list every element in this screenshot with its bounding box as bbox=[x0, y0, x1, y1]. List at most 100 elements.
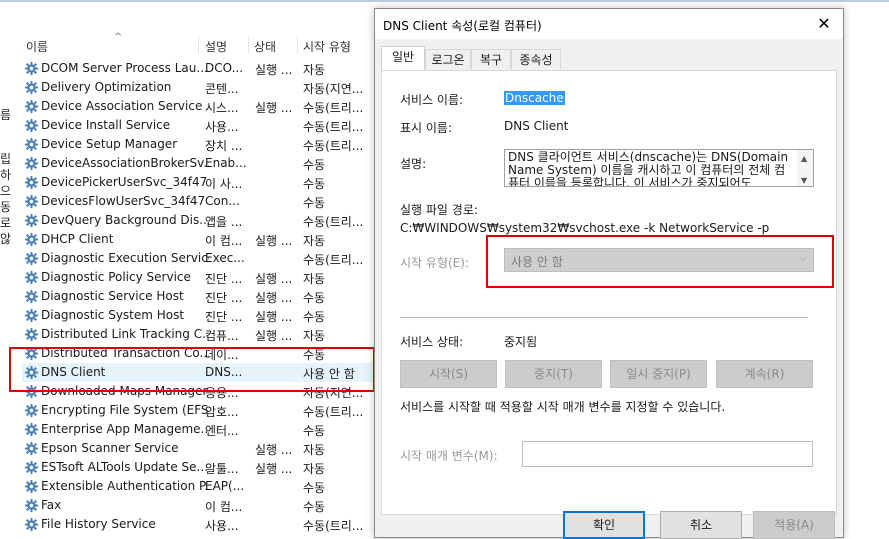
divider bbox=[400, 317, 808, 318]
gear-icon bbox=[24, 498, 39, 513]
service-row[interactable]: Diagnostic Execution Service Exec... 수동(트리… bbox=[22, 249, 375, 268]
close-icon[interactable]: ✕ bbox=[813, 13, 835, 35]
gear-icon bbox=[24, 270, 39, 285]
column-header-status[interactable]: 상태 bbox=[254, 38, 276, 55]
service-row[interactable]: DevicePickerUserSvc_34f47 이 사... 수동 bbox=[22, 173, 375, 192]
service-startup-cell: 수동 bbox=[303, 481, 326, 495]
service-row[interactable]: DCOM Server Process Lau... DCO... 실행 ... 자동 bbox=[22, 59, 375, 78]
column-header-description[interactable]: 설명 bbox=[205, 38, 227, 55]
service-row[interactable]: Device Association Service 시스... 실행 ... 수동(… bbox=[22, 97, 375, 116]
service-startup-cell: 자동 bbox=[303, 272, 326, 286]
column-divider[interactable] bbox=[198, 36, 199, 54]
service-row[interactable]: ESTsoft ALTools Update Se... 알툴... 실행 ... 자… bbox=[22, 458, 375, 477]
tab-general[interactable]: 일반 bbox=[381, 46, 425, 70]
scroll-up-icon[interactable]: ▲ bbox=[801, 152, 807, 165]
column-header-startup-type[interactable]: 시작 유형 bbox=[303, 38, 351, 55]
dialog-title: DNS Client 속성(로컬 컴퓨터) bbox=[383, 19, 542, 33]
service-row[interactable]: DeviceAssociationBrokerSv... Enab... 수동 bbox=[22, 154, 375, 173]
service-startup-cell: 수동 bbox=[303, 310, 326, 324]
service-row[interactable]: Device Setup Manager 장치 ... 수동(트리... bbox=[22, 135, 375, 154]
service-desc-cell: Exec... bbox=[205, 251, 245, 265]
gear-icon bbox=[24, 99, 39, 114]
description-scrollbar[interactable]: ▲ ▼ bbox=[797, 150, 813, 186]
service-name-cell: Diagnostic Execution Service bbox=[41, 251, 209, 265]
start-parameters-input[interactable] bbox=[522, 441, 813, 467]
service-status-cell: 실행 ... bbox=[255, 443, 293, 457]
tab-dependencies[interactable]: 종속성 bbox=[511, 49, 561, 69]
gear-icon bbox=[24, 213, 39, 228]
service-desc-cell: 사용... bbox=[205, 120, 239, 134]
service-startup-cell: 수동(트리... bbox=[303, 101, 364, 115]
service-desc-cell: 컴퓨... bbox=[205, 329, 239, 343]
service-row[interactable]: Fax 이 컴... 수동 bbox=[22, 496, 375, 515]
gear-icon bbox=[24, 232, 39, 247]
services-list[interactable]: 이름 ^ 설명 상태 시작 유형 DCOM Server Process Lau… bbox=[10, 26, 375, 536]
properties-dialog: DNS Client 속성(로컬 컴퓨터) ✕ 일반 로그온 복구 종속성 서비… bbox=[374, 8, 844, 539]
service-desc-cell: DCO... bbox=[205, 61, 244, 75]
gear-icon bbox=[24, 118, 39, 133]
display-name-value[interactable]: DNS Client bbox=[504, 119, 568, 133]
scroll-down-icon[interactable]: ▼ bbox=[801, 174, 807, 186]
service-desc-cell: 암호... bbox=[205, 405, 239, 419]
service-row[interactable]: Diagnostic Policy Service 진단 ... 실행 ... 자동 bbox=[22, 268, 375, 287]
description-text: DNS 클라이언트 서비스(dnscache)는 DNS(Domain Name… bbox=[508, 150, 789, 187]
service-row[interactable]: File History Service 사용... 수동(트리... bbox=[22, 515, 375, 534]
services-window-topline bbox=[0, 0, 889, 2]
description-label: 설명: bbox=[400, 157, 427, 171]
apply-button[interactable]: 적용(A) bbox=[753, 511, 835, 539]
service-startup-cell: 자동 bbox=[303, 443, 326, 457]
pause-button[interactable]: 일시 중지(P) bbox=[610, 360, 707, 388]
service-startup-cell: 수동 bbox=[303, 500, 326, 514]
cancel-button[interactable]: 취소 bbox=[660, 511, 742, 539]
service-row[interactable]: Encrypting File System (EFS) 암호... 수동(트리..… bbox=[22, 401, 375, 420]
service-row[interactable]: Device Install Service 사용... 수동(트리... bbox=[22, 116, 375, 135]
service-desc-cell: 이 사... bbox=[205, 177, 243, 191]
service-row[interactable]: DHCP Client 이 컴... 실행 ... 자동 bbox=[22, 230, 375, 249]
gear-icon bbox=[24, 479, 39, 494]
service-name-value[interactable]: Dnscache bbox=[504, 91, 565, 105]
column-divider[interactable] bbox=[248, 36, 249, 54]
service-status-cell: 실행 ... bbox=[255, 63, 293, 77]
service-name-text[interactable]: Dnscache bbox=[504, 91, 565, 105]
service-startup-cell: 수동 bbox=[303, 158, 326, 172]
service-status-cell: 실행 ... bbox=[255, 310, 293, 324]
service-startup-cell: 자동(지연... bbox=[303, 82, 364, 96]
column-header-name[interactable]: 이름 bbox=[26, 38, 48, 55]
stop-button[interactable]: 중지(T) bbox=[505, 360, 602, 388]
service-row[interactable]: Distributed Link Tracking C... 컴퓨... 실행 ..… bbox=[22, 325, 375, 344]
tab-recovery[interactable]: 복구 bbox=[471, 49, 511, 69]
service-row[interactable]: Enterprise App Manageme... 엔터... 수동 bbox=[22, 420, 375, 439]
service-row[interactable]: Extensible Authentication P... EAP(... 수동 bbox=[22, 477, 375, 496]
service-row[interactable]: Epson Scanner Service 실행 ... 자동 bbox=[22, 439, 375, 458]
dialog-titlebar[interactable]: DNS Client 속성(로컬 컴퓨터) ✕ bbox=[375, 9, 843, 39]
service-desc-cell: EAP(... bbox=[205, 479, 245, 493]
start-button[interactable]: 시작(S) bbox=[400, 360, 497, 388]
exe-path-value[interactable]: C:₩WINDOWS₩system32₩svchost.exe -k Netwo… bbox=[400, 221, 769, 235]
service-desc-cell: 이 컴... bbox=[205, 234, 243, 248]
service-desc-cell: 진단 ... bbox=[205, 291, 243, 305]
gear-icon bbox=[24, 460, 39, 475]
service-row[interactable]: Diagnostic System Host 진단 ... 실행 ... 수동 bbox=[22, 306, 375, 325]
service-startup-cell: 자동 bbox=[303, 234, 326, 248]
ok-button[interactable]: 확인 bbox=[563, 511, 645, 539]
tab-logon[interactable]: 로그온 bbox=[425, 49, 471, 69]
service-name-cell: Device Install Service bbox=[41, 118, 171, 132]
description-textbox[interactable]: DNS 클라이언트 서비스(dnscache)는 DNS(Domain Name… bbox=[504, 149, 814, 187]
gear-icon bbox=[24, 175, 39, 190]
gear-icon bbox=[24, 137, 39, 152]
resume-button[interactable]: 계속(R) bbox=[716, 360, 813, 388]
service-desc-cell: 진단 ... bbox=[205, 272, 243, 286]
service-row[interactable]: Diagnostic Service Host 진단 ... 실행 ... 수동 bbox=[22, 287, 375, 306]
highlight-box-dns-client-row bbox=[9, 347, 375, 392]
service-row[interactable]: Delivery Optimization 콘텐... 자동(지연... bbox=[22, 78, 375, 97]
service-desc-cell: 엔터... bbox=[205, 424, 239, 438]
service-row[interactable]: DevicesFlowUserSvc_34f47 Con... 수동 bbox=[22, 192, 375, 211]
service-row[interactable]: DevQuery Background Dis... 앱을 ... 수동(트리... bbox=[22, 211, 375, 230]
service-desc-cell: Con... bbox=[205, 194, 240, 208]
column-divider[interactable] bbox=[297, 36, 298, 54]
service-desc-cell: Enab... bbox=[205, 156, 247, 170]
start-parameters-label: 시작 매개 변수(M): bbox=[400, 449, 498, 463]
service-desc-cell: 알툴... bbox=[205, 462, 239, 476]
service-name-cell: DeviceAssociationBrokerSv... bbox=[41, 156, 209, 170]
service-startup-cell: 수동(트리... bbox=[303, 215, 364, 229]
